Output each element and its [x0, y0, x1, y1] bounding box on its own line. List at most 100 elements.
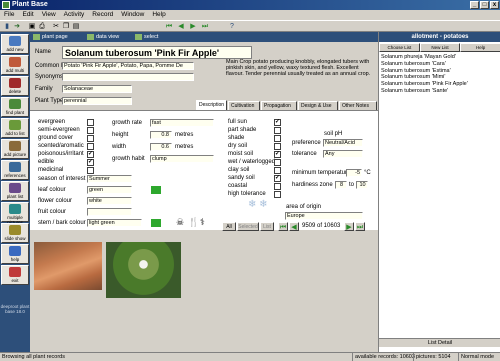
choose-list-button[interactable]: Choose List	[379, 43, 420, 52]
next-icon[interactable]: ▶	[189, 23, 197, 31]
flower-photo[interactable]	[106, 242, 181, 298]
shade-checkbox[interactable]	[274, 135, 281, 142]
semi-evergreen-checkbox[interactable]	[87, 127, 94, 134]
menu-window[interactable]: Window	[121, 10, 144, 20]
sidebar-add-new[interactable]: add new	[1, 34, 29, 54]
sidebar-delete[interactable]: delete	[1, 76, 29, 96]
min-temp-field[interactable]: -5	[346, 169, 362, 177]
stem-colour-field[interactable]: light green	[87, 219, 142, 227]
menu-help[interactable]: Help	[152, 10, 165, 20]
tab-design-use[interactable]: Design & Use	[298, 101, 338, 110]
list-item[interactable]: Solanum tuberosum 'Cara'	[381, 61, 499, 68]
menu-file[interactable]: File	[4, 10, 14, 20]
sidebar-help[interactable]: help	[1, 244, 29, 264]
coastal-checkbox[interactable]	[274, 183, 281, 190]
width-field[interactable]: 0.6	[150, 143, 172, 151]
evergreen-checkbox[interactable]	[87, 119, 94, 126]
full-sun-checkbox[interactable]: ✓	[274, 119, 281, 126]
list-item[interactable]: Solanum tuberosum 'Mimi'	[381, 74, 499, 81]
new-list-button[interactable]: New List	[419, 43, 461, 52]
help-icon[interactable]: ?	[228, 23, 236, 31]
hardiness-from-field[interactable]: 8	[335, 181, 347, 189]
last-record-icon[interactable]: ⏭	[355, 222, 365, 231]
plant-type-field[interactable]: perennial	[62, 97, 132, 105]
edible-checkbox[interactable]: ✓	[87, 159, 94, 166]
paste-icon[interactable]: ▤	[72, 23, 80, 31]
poisonous-checkbox[interactable]: ✓	[87, 151, 94, 158]
growth-habit-field[interactable]: clump	[150, 155, 214, 163]
tab-data-view[interactable]: data view	[86, 33, 123, 41]
list-detail-button[interactable]: List Detail	[379, 338, 500, 347]
arrow-icon[interactable]: ➜	[13, 23, 21, 31]
list-item[interactable]: Solanum tuberosum 'Sante'	[381, 88, 499, 95]
leaf-colour-field[interactable]: green	[87, 186, 132, 194]
menu-record[interactable]: Record	[92, 10, 113, 20]
sidebar-add-to-list[interactable]: add to list	[1, 118, 29, 138]
sidebar-exit[interactable]: exit	[1, 265, 29, 285]
fruit-colour-field[interactable]	[87, 208, 132, 216]
last-icon[interactable]: ⏭	[201, 23, 209, 31]
maximize-button[interactable]: □	[480, 1, 489, 9]
list-item[interactable]: Solanum tuberosum 'Estima'	[381, 68, 499, 75]
list-button[interactable]: List	[260, 222, 274, 231]
all-button[interactable]: All	[222, 222, 236, 231]
tab-other-notes[interactable]: Other Notes	[339, 101, 377, 110]
dry-soil-checkbox[interactable]	[274, 143, 281, 150]
height-field[interactable]: 0.8	[150, 131, 172, 139]
moist-soil-checkbox[interactable]: ✓	[274, 151, 281, 158]
tab-select[interactable]: select	[134, 33, 162, 41]
menu-view[interactable]: View	[42, 10, 56, 20]
minimize-button[interactable]: _	[470, 1, 479, 9]
sidebar-add-picture[interactable]: add picture	[1, 139, 29, 159]
common-name-field[interactable]: Potato 'Pink Fir Apple', Potato, Papa, P…	[62, 62, 194, 70]
tab-plant-page[interactable]: plant page	[32, 33, 72, 41]
print-icon[interactable]: ⎙	[38, 23, 46, 31]
list-item[interactable]: Solanum phureja 'Mayan Gold'	[381, 54, 499, 61]
copy-icon[interactable]: ❐	[62, 23, 70, 31]
clay-soil-checkbox[interactable]	[274, 167, 281, 174]
cut-icon[interactable]: ✂	[52, 23, 60, 31]
name-field[interactable]: Solanum tuberosum 'Pink Fir Apple'	[62, 46, 252, 59]
medicinal-checkbox[interactable]	[87, 167, 94, 174]
high-tolerance-checkbox[interactable]	[274, 191, 281, 198]
sidebar-plant-list[interactable]: plant list	[1, 181, 29, 201]
next-record-icon[interactable]: ▶	[344, 222, 354, 231]
origin-field[interactable]: Europe	[285, 212, 363, 220]
list-item[interactable]: Solanum tuberosum 'Pink Fir Apple'	[381, 81, 499, 88]
sidebar-find-plant[interactable]: find plant	[1, 97, 29, 117]
list-help-button[interactable]: Help	[460, 43, 500, 52]
tuber-photo[interactable]	[34, 242, 102, 290]
tab-description[interactable]: Description	[196, 100, 227, 110]
growth-rate-field[interactable]: fast	[150, 119, 214, 127]
sidebar-references[interactable]: references	[1, 160, 29, 180]
prev-icon[interactable]: ◀	[177, 23, 185, 31]
close-button[interactable]: x	[490, 1, 499, 9]
menu-activity[interactable]: Activity	[64, 10, 85, 20]
prev-record-icon[interactable]: ◀	[289, 222, 299, 231]
selected-button[interactable]: Selected	[237, 222, 259, 231]
sandy-soil-checkbox[interactable]: ✓	[274, 175, 281, 182]
part-shade-checkbox[interactable]	[274, 127, 281, 134]
sidebar-multiple-pictures[interactable]: multiple pictures	[1, 202, 29, 225]
preference-field[interactable]: Neutral/Acid	[323, 139, 363, 147]
ground-cover-checkbox[interactable]	[87, 135, 94, 142]
menu-edit[interactable]: Edit	[22, 10, 33, 20]
season-field[interactable]: Summer	[87, 175, 132, 183]
first-icon[interactable]: ⏮	[165, 23, 173, 31]
sidebar-add-multi[interactable]: add multi	[1, 55, 29, 75]
synonyms-field[interactable]	[62, 73, 194, 81]
description-text[interactable]: Main Crop potato producing knobbly, elon…	[226, 59, 376, 99]
sidebar-slide-show[interactable]: slide show	[1, 223, 29, 243]
tab-cultivation[interactable]: Cultivation	[228, 101, 260, 110]
save-icon[interactable]: ▣	[28, 23, 36, 31]
scented-checkbox[interactable]	[87, 143, 94, 150]
hardiness-to-field[interactable]: 10	[356, 181, 368, 189]
stem-colour-swatch[interactable]	[151, 219, 161, 227]
leaf-colour-swatch[interactable]	[151, 186, 161, 194]
wet-soil-checkbox[interactable]	[274, 159, 281, 166]
family-field[interactable]: Solanaceae	[62, 85, 132, 93]
flower-colour-field[interactable]: white	[87, 197, 132, 205]
first-record-icon[interactable]: ⏮	[278, 222, 288, 231]
tab-propagation[interactable]: Propagation	[261, 101, 297, 110]
book-icon[interactable]: ▮	[3, 23, 11, 31]
